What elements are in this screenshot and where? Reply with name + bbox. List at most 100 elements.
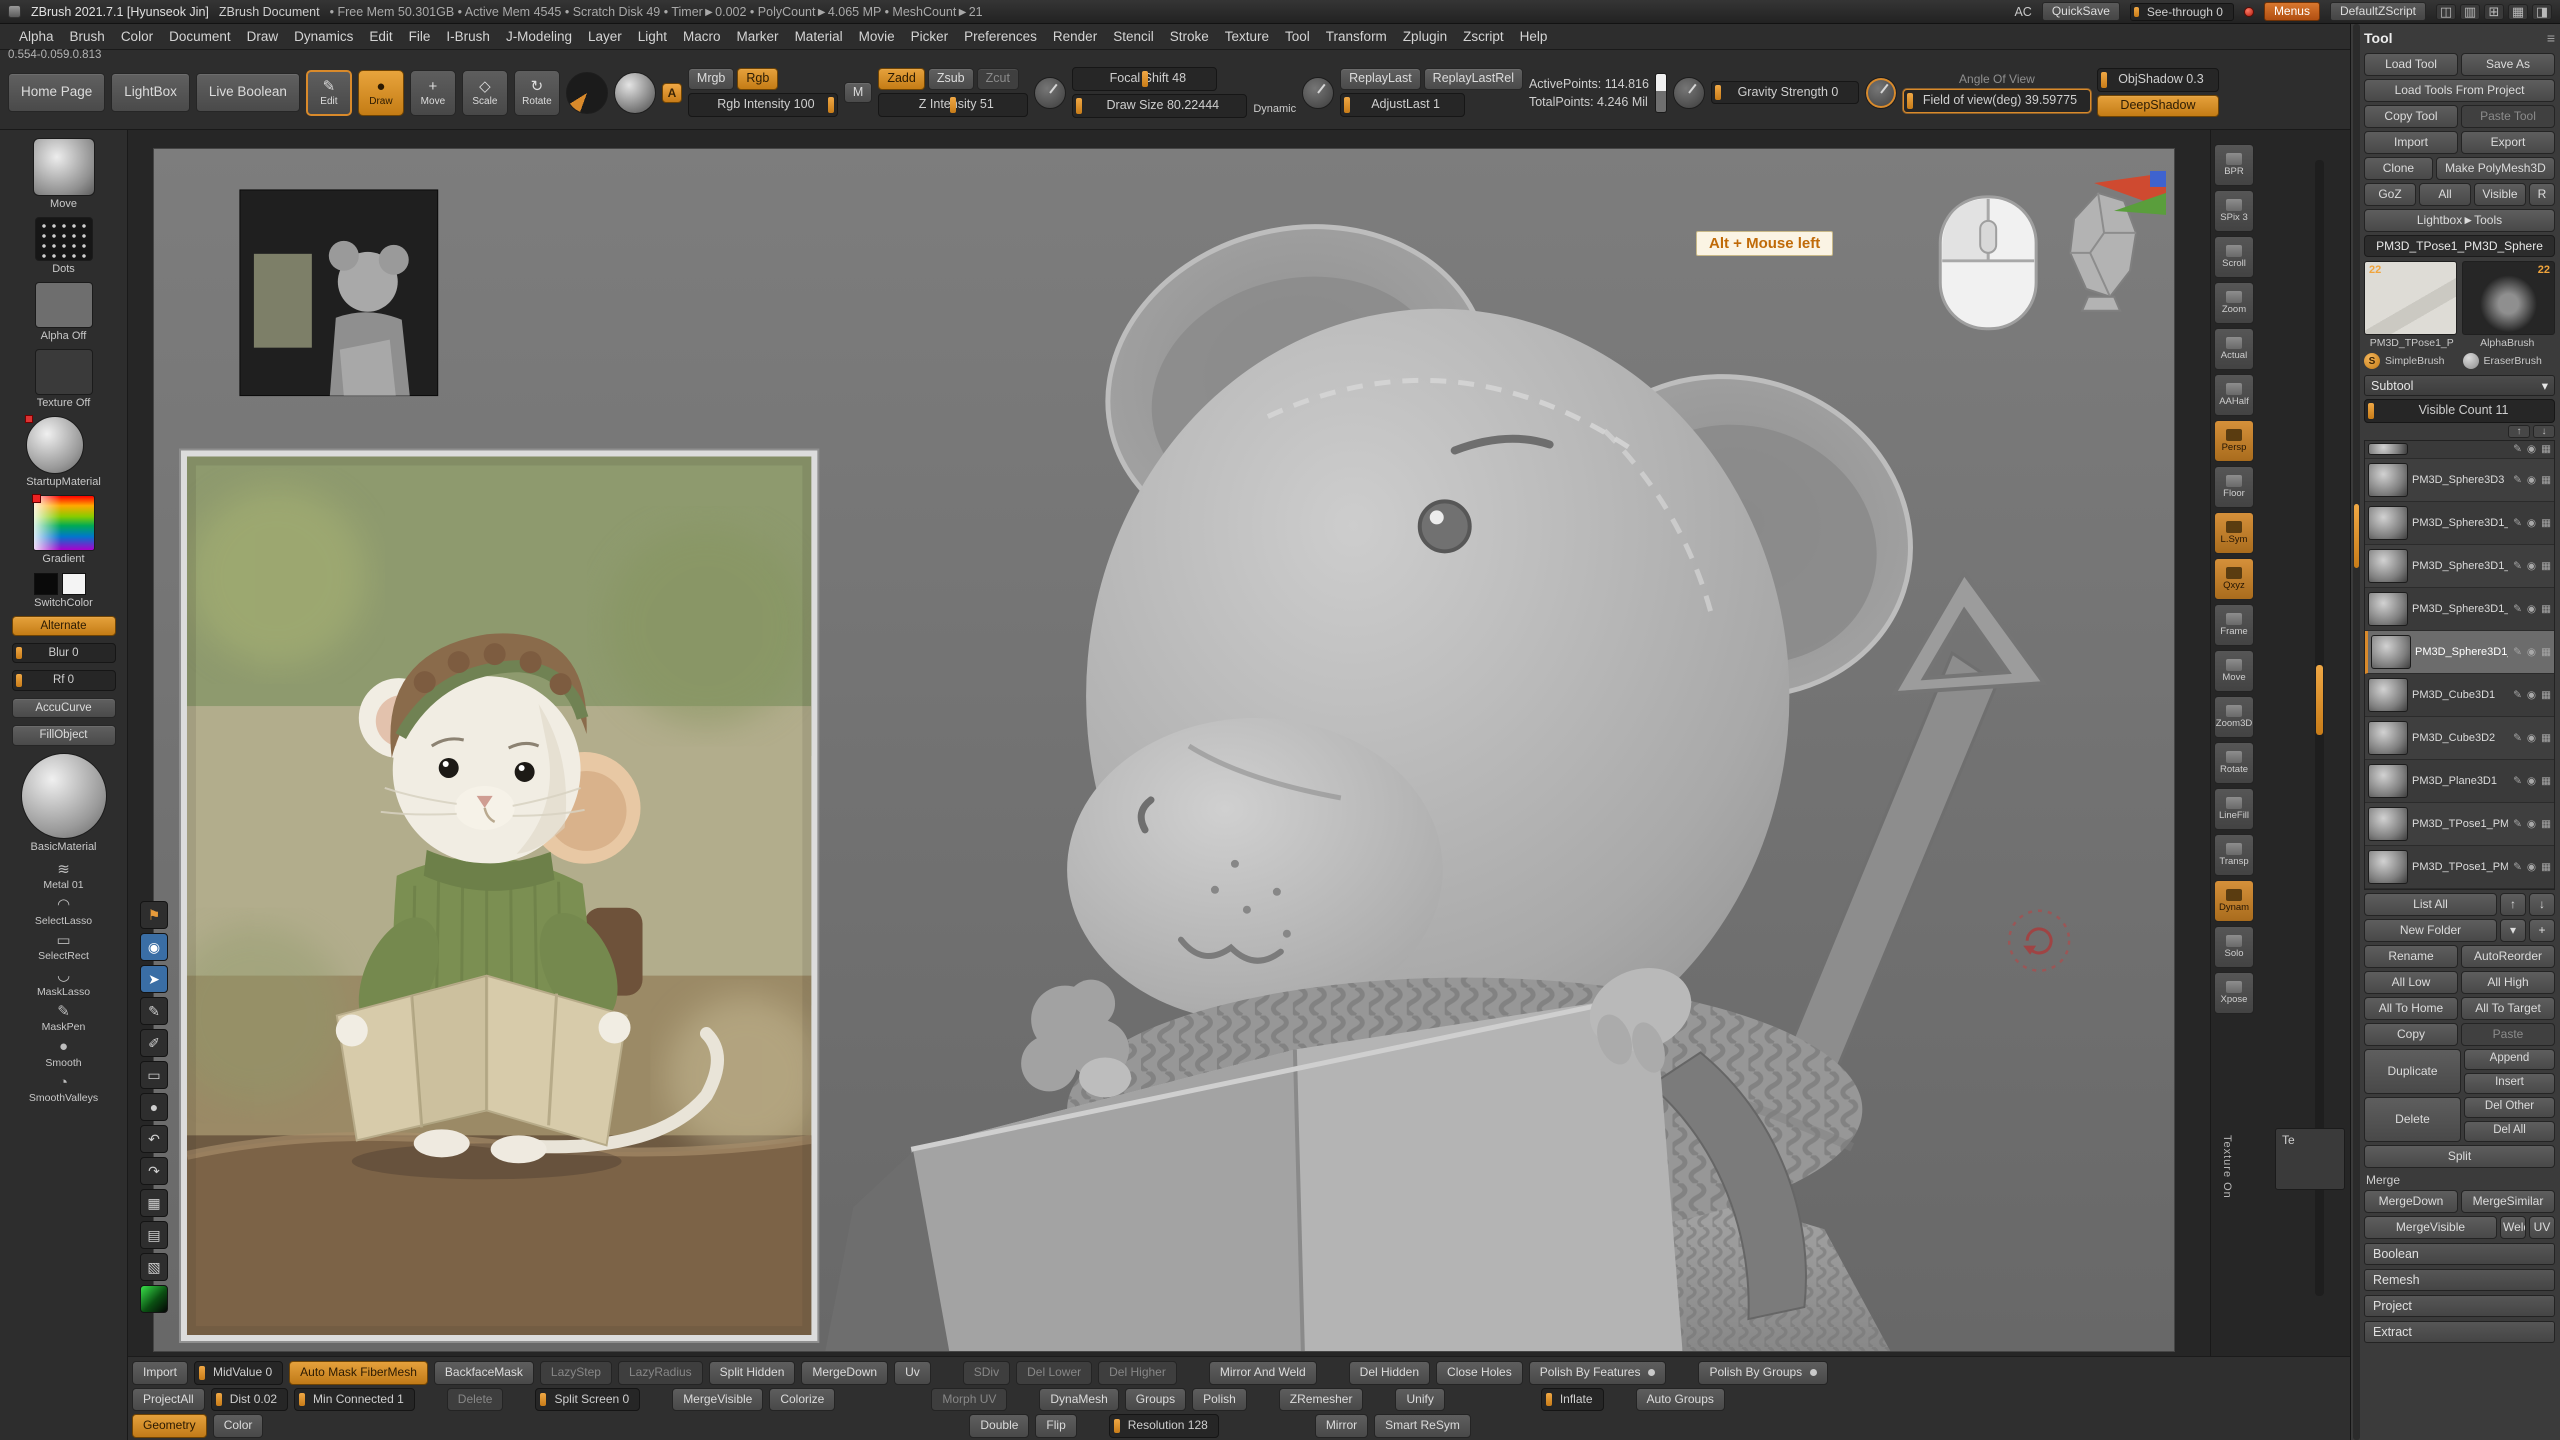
canvas-scrollbar[interactable] bbox=[2315, 160, 2324, 1296]
canvas-tray-icon[interactable]: ▭ bbox=[140, 1061, 168, 1089]
menu-item[interactable]: Help bbox=[1513, 27, 1555, 46]
viewport-control-button[interactable]: Persp bbox=[2214, 420, 2254, 462]
bottom-button[interactable]: Close Holes bbox=[1436, 1361, 1523, 1385]
menu-item[interactable]: Tool bbox=[1278, 27, 1317, 46]
home-page-button[interactable]: Home Page bbox=[8, 73, 105, 112]
visibility-icon[interactable]: ◉ bbox=[2527, 689, 2536, 701]
append-button[interactable]: Append bbox=[2464, 1049, 2555, 1070]
rgb-intensity-slider[interactable]: Rgb Intensity 100 bbox=[688, 93, 838, 117]
wireframe-icon[interactable]: ▦ bbox=[2541, 818, 2551, 830]
menu-item[interactable]: Picker bbox=[904, 27, 956, 46]
bottom-button[interactable]: Del Higher bbox=[1098, 1361, 1177, 1385]
merge-down-button[interactable]: MergeDown bbox=[2364, 1190, 2458, 1213]
polypaint-icon[interactable]: ✎ bbox=[2513, 443, 2522, 455]
record-icon[interactable] bbox=[2244, 7, 2254, 17]
visibility-icon[interactable]: ◉ bbox=[2527, 603, 2536, 615]
del-all-button[interactable]: Del All bbox=[2464, 1121, 2555, 1142]
current-brush-thumbnail[interactable] bbox=[33, 138, 95, 196]
viewport-control-button[interactable]: L.Sym bbox=[2214, 512, 2254, 554]
duplicate-button[interactable]: Duplicate bbox=[2364, 1049, 2461, 1094]
menu-item[interactable]: Light bbox=[631, 27, 674, 46]
stroke-preview[interactable] bbox=[566, 72, 608, 114]
subtool-row[interactable]: PM3D_Sphere3D1_8 ✎ ◉ ▦ bbox=[2365, 545, 2554, 588]
bottom-button[interactable]: Polish bbox=[1192, 1388, 1247, 1412]
wireframe-icon[interactable]: ▦ bbox=[2541, 517, 2551, 529]
tool-palette-scrollbar[interactable] bbox=[2353, 24, 2360, 1440]
menu-icon[interactable]: ≡ bbox=[2547, 30, 2555, 46]
goz-all-button[interactable]: All bbox=[2419, 183, 2471, 206]
canvas-tray-icon[interactable] bbox=[140, 1285, 168, 1313]
zcut-button[interactable]: Zcut bbox=[977, 68, 1019, 90]
wireframe-icon[interactable]: ▦ bbox=[2541, 474, 2551, 486]
viewport-control-button[interactable]: Solo bbox=[2214, 926, 2254, 968]
copy-subtool-button[interactable]: Copy bbox=[2364, 1023, 2458, 1046]
polypaint-icon[interactable]: ✎ bbox=[2513, 646, 2522, 658]
points-gauge[interactable] bbox=[1655, 73, 1667, 113]
new-folder-button[interactable]: New Folder bbox=[2364, 919, 2497, 942]
bottom-button[interactable]: Morph UV bbox=[931, 1388, 1007, 1412]
polypaint-icon[interactable]: ✎ bbox=[2513, 603, 2522, 615]
bottom-button[interactable]: SDiv bbox=[963, 1361, 1010, 1385]
titlebar-icon[interactable]: ▥ bbox=[2460, 4, 2480, 20]
import-button[interactable]: Import bbox=[2364, 131, 2458, 154]
folder-add-button[interactable]: + bbox=[2529, 919, 2555, 942]
secondary-color-swatch[interactable] bbox=[62, 573, 86, 595]
objshadow-slider[interactable]: ObjShadow 0.3 bbox=[2097, 68, 2219, 92]
basic-material-thumbnail[interactable] bbox=[21, 753, 107, 839]
document-canvas[interactable]: Alt + Mouse left bbox=[153, 148, 2175, 1352]
z-intensity-slider[interactable]: Z Intensity 51 bbox=[878, 93, 1028, 117]
wireframe-icon[interactable]: ▦ bbox=[2541, 775, 2551, 787]
brush-slot[interactable]: ◡ MaskLasso bbox=[29, 968, 98, 998]
subtool-row[interactable]: PM3D_Sphere3D1_3 ✎ ◉ ▦ bbox=[2365, 502, 2554, 545]
draw-size-slider[interactable]: Draw Size 80.22444 bbox=[1072, 94, 1247, 118]
bottom-button[interactable]: LazyStep bbox=[540, 1361, 612, 1385]
menu-item[interactable]: Render bbox=[1046, 27, 1104, 46]
eraserbrush-slot[interactable]: EraserBrush bbox=[2463, 353, 2556, 369]
brush-slot[interactable]: ▭ SelectRect bbox=[29, 933, 98, 963]
folder-collapse-button[interactable]: ▾ bbox=[2500, 919, 2526, 942]
viewport-control-button[interactable]: Actual bbox=[2214, 328, 2254, 370]
menu-item[interactable]: Document bbox=[162, 27, 238, 46]
viewport-control-button[interactable]: LineFill bbox=[2214, 788, 2254, 830]
menu-item[interactable]: Movie bbox=[852, 27, 902, 46]
remesh-section[interactable]: Remesh bbox=[2364, 1269, 2555, 1291]
subtool-up-button[interactable]: ↑ bbox=[2500, 893, 2526, 916]
visibility-icon[interactable]: ◉ bbox=[2527, 517, 2536, 529]
menu-item[interactable]: Stroke bbox=[1163, 27, 1216, 46]
bottom-button[interactable]: Color bbox=[213, 1414, 264, 1438]
bottom-button[interactable]: Uv bbox=[894, 1361, 931, 1385]
subtool-row[interactable]: PM3D_TPose1_PM3D_Sphere3 ✎ ◉ ▦ bbox=[2365, 846, 2554, 889]
bottom-button[interactable]: Polish By Groups bbox=[1698, 1361, 1828, 1385]
titlebar-icon[interactable]: ◨ bbox=[2532, 4, 2552, 20]
bottom-button[interactable]: Geometry bbox=[132, 1414, 207, 1438]
uv-button[interactable]: UV bbox=[2529, 1216, 2555, 1239]
canvas-tray-icon[interactable]: ↶ bbox=[140, 1125, 168, 1153]
viewport-control-button[interactable]: Zoom bbox=[2214, 282, 2254, 324]
bottom-button[interactable]: Delete bbox=[447, 1388, 504, 1412]
canvas-tray-icon[interactable]: ✎ bbox=[140, 997, 168, 1025]
bottom-button[interactable]: Colorize bbox=[769, 1388, 835, 1412]
current-stroke-thumbnail[interactable] bbox=[35, 217, 93, 261]
bottom-button[interactable]: Auto Mask FiberMesh bbox=[289, 1361, 428, 1385]
polypaint-icon[interactable]: ✎ bbox=[2513, 474, 2522, 486]
wireframe-icon[interactable]: ▦ bbox=[2541, 861, 2551, 873]
polypaint-icon[interactable]: ✎ bbox=[2513, 732, 2522, 744]
lightbox-button[interactable]: LightBox bbox=[111, 73, 190, 112]
canvas-tray-icon[interactable]: ◉ bbox=[140, 933, 168, 961]
brush-slot[interactable]: ◔ SmoothValleys bbox=[29, 1075, 98, 1105]
polypaint-icon[interactable]: ✎ bbox=[2513, 560, 2522, 572]
bottom-button[interactable]: Del Hidden bbox=[1349, 1361, 1430, 1385]
delete-button[interactable]: Delete bbox=[2364, 1097, 2461, 1142]
subtool-row[interactable]: PM3D_Sphere3D3 ✎ ◉ ▦ bbox=[2365, 459, 2554, 502]
gravity-dial[interactable] bbox=[1673, 77, 1705, 109]
paste-subtool-button[interactable]: Paste bbox=[2461, 1023, 2555, 1046]
menu-item[interactable]: Stencil bbox=[1106, 27, 1161, 46]
menu-item[interactable]: Brush bbox=[63, 27, 112, 46]
brush-slot[interactable]: ● Smooth bbox=[29, 1039, 98, 1069]
wireframe-icon[interactable]: ▦ bbox=[2541, 560, 2551, 572]
menu-item[interactable]: Texture bbox=[1218, 27, 1276, 46]
bottom-button[interactable]: Import bbox=[132, 1361, 188, 1385]
wireframe-icon[interactable]: ▦ bbox=[2541, 732, 2551, 744]
save-as-button[interactable]: Save As bbox=[2461, 53, 2555, 76]
draw-mode-button[interactable]: ●Draw bbox=[358, 70, 404, 116]
